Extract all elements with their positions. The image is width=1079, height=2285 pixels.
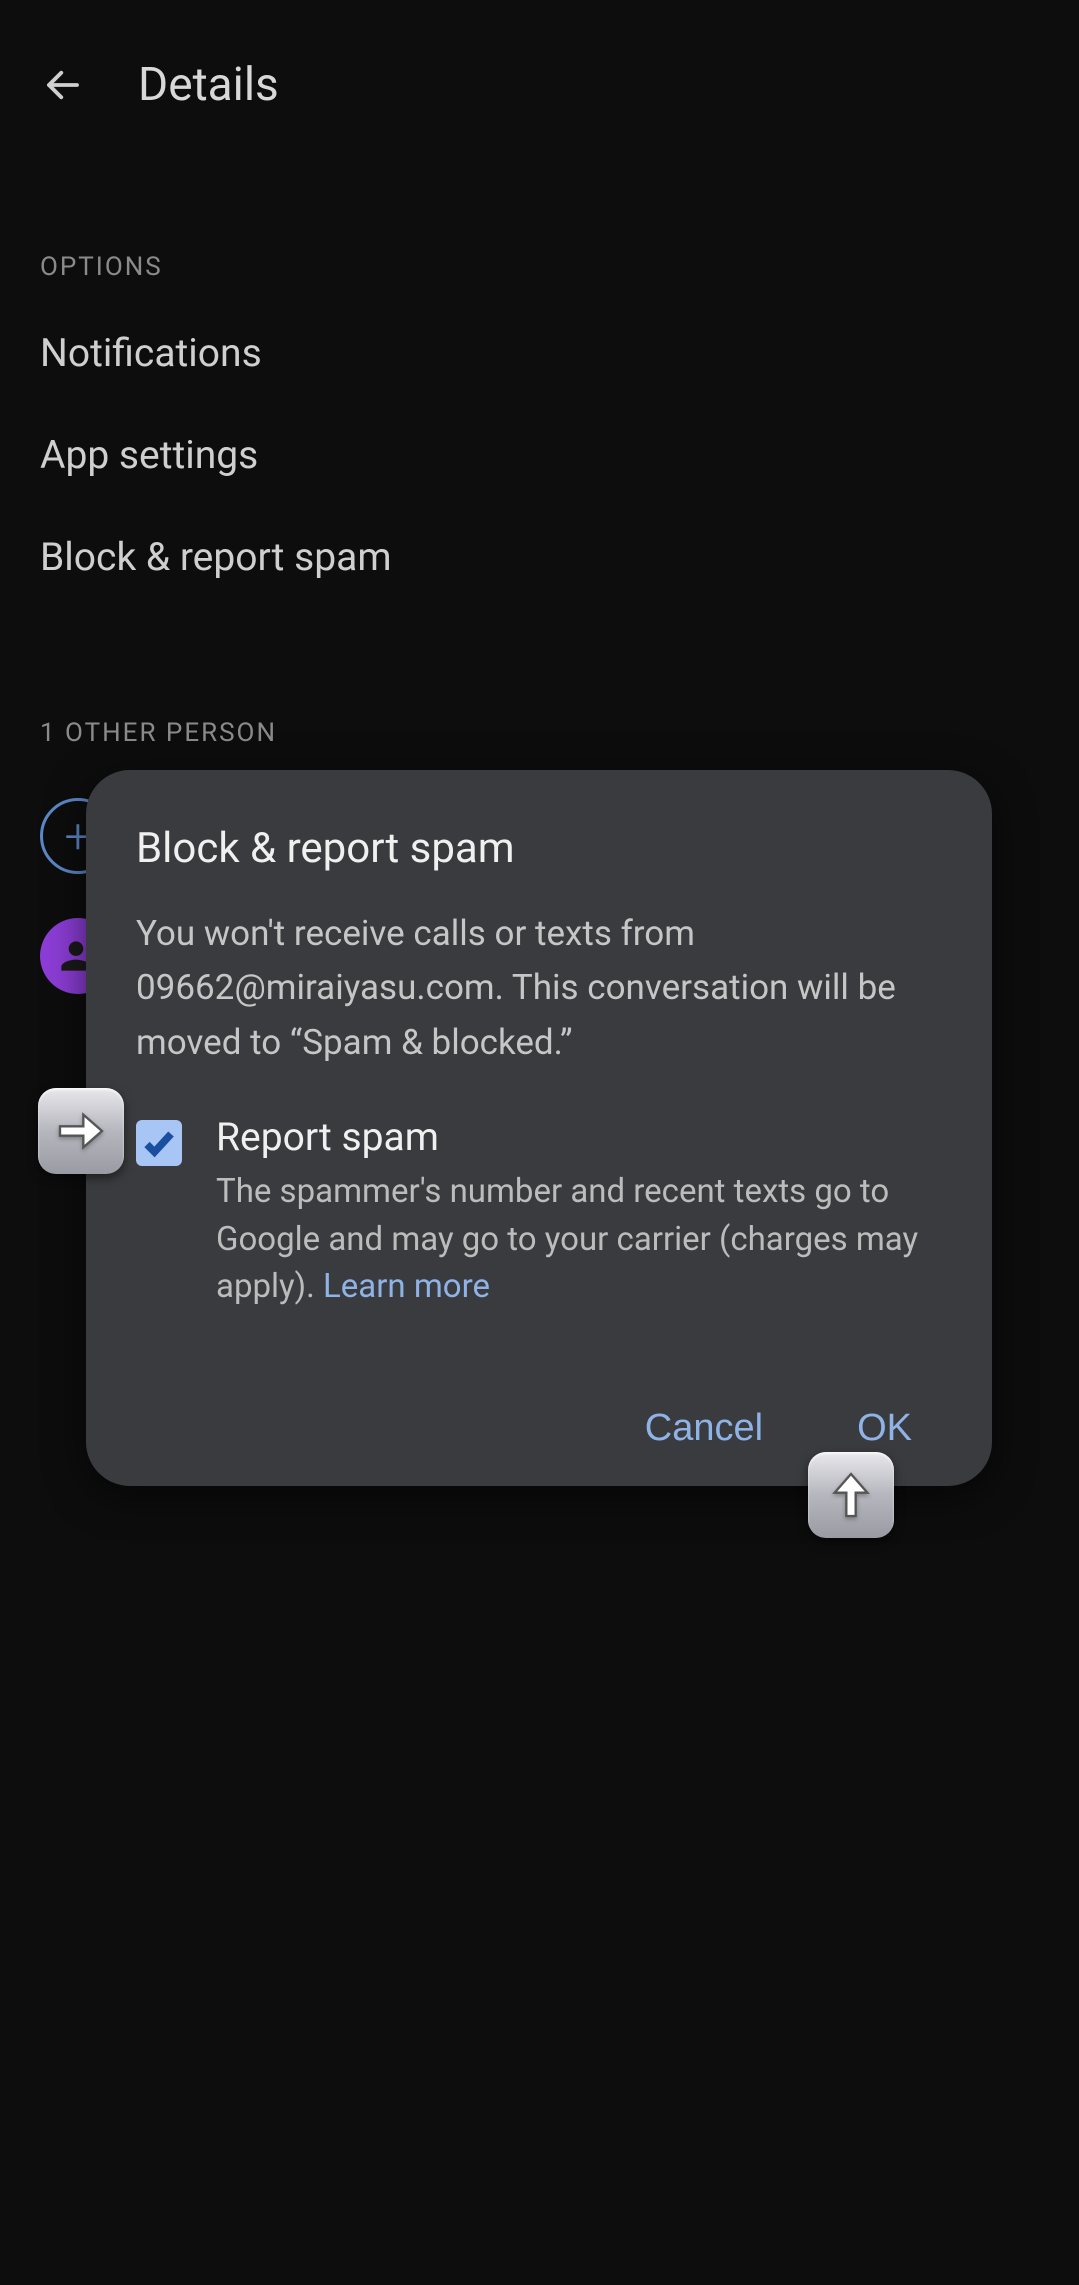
callout-arrow-up (808, 1452, 894, 1538)
header: Details (0, 0, 1079, 152)
menu-item-block-report[interactable]: Block & report spam (0, 506, 1079, 608)
arrow-left-icon (42, 64, 84, 106)
learn-more-link[interactable]: Learn more (323, 1267, 490, 1306)
dialog-actions: Cancel OK (136, 1407, 942, 1450)
callout-arrow-right (38, 1088, 124, 1174)
block-report-dialog: Block & report spam You won't receive ca… (86, 770, 992, 1486)
menu-item-app-settings[interactable]: App settings (0, 404, 1079, 506)
dialog-title: Block & report spam (136, 824, 942, 873)
section-label-other-person: 1 OTHER PERSON (0, 608, 1079, 768)
check-icon (141, 1125, 177, 1161)
section-label-options: OPTIONS (0, 152, 1079, 302)
report-spam-checkbox[interactable] (136, 1120, 182, 1166)
dialog-description: You won't receive calls or texts from 09… (136, 907, 942, 1070)
arrow-up-icon (823, 1467, 879, 1523)
ok-button[interactable]: OK (857, 1407, 912, 1450)
report-spam-description: The spammer's number and recent texts go… (216, 1168, 942, 1312)
back-button[interactable] (38, 60, 88, 110)
report-spam-label: Report spam (216, 1114, 942, 1160)
cancel-button[interactable]: Cancel (645, 1407, 763, 1450)
page-title: Details (138, 58, 279, 112)
menu-item-notifications[interactable]: Notifications (0, 302, 1079, 404)
report-spam-row: Report spam The spammer's number and rec… (136, 1114, 942, 1312)
report-spam-desc-text: The spammer's number and recent texts go… (216, 1172, 918, 1307)
arrow-right-icon (53, 1103, 109, 1159)
checkbox-content: Report spam The spammer's number and rec… (216, 1114, 942, 1312)
